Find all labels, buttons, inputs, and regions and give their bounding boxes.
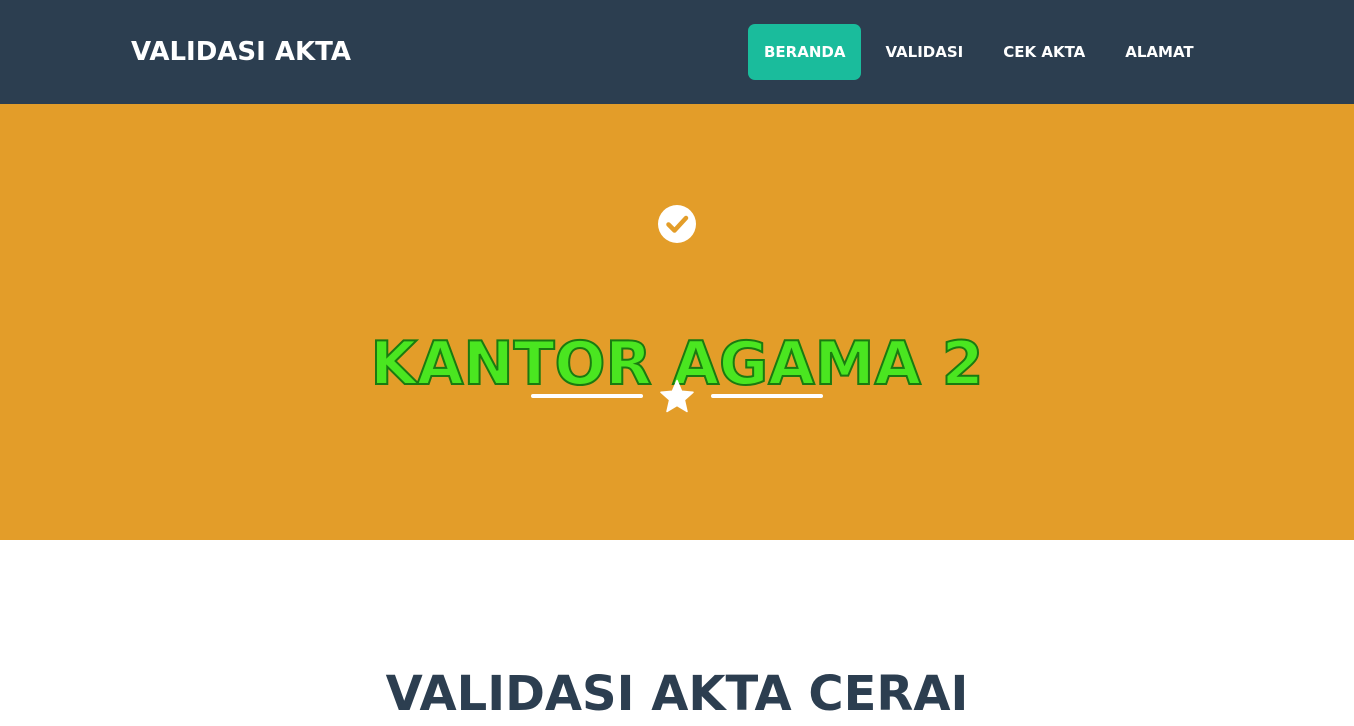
navbar: VALIDASI AKTA BERANDA VALIDASI CEK AKTA … xyxy=(0,0,1354,104)
divider-line-left xyxy=(531,394,643,398)
check-circle-icon xyxy=(658,205,696,243)
nav-item-cek-akta[interactable]: CEK AKTA xyxy=(987,24,1101,80)
masthead: KANTOR AGAMA 2 xyxy=(0,104,1354,540)
nav-menu: BERANDA VALIDASI CEK AKTA ALAMAT xyxy=(748,24,1218,80)
star-icon xyxy=(660,379,694,413)
section-heading: VALIDASI AKTA CERAI xyxy=(385,665,969,722)
nav-item-validasi[interactable]: VALIDASI xyxy=(869,24,979,80)
divider-line-right xyxy=(711,394,823,398)
nav-item-beranda[interactable]: BERANDA xyxy=(748,24,862,80)
brand-link[interactable]: VALIDASI AKTA xyxy=(131,34,351,70)
nav-item-alamat[interactable]: ALAMAT xyxy=(1109,24,1209,80)
